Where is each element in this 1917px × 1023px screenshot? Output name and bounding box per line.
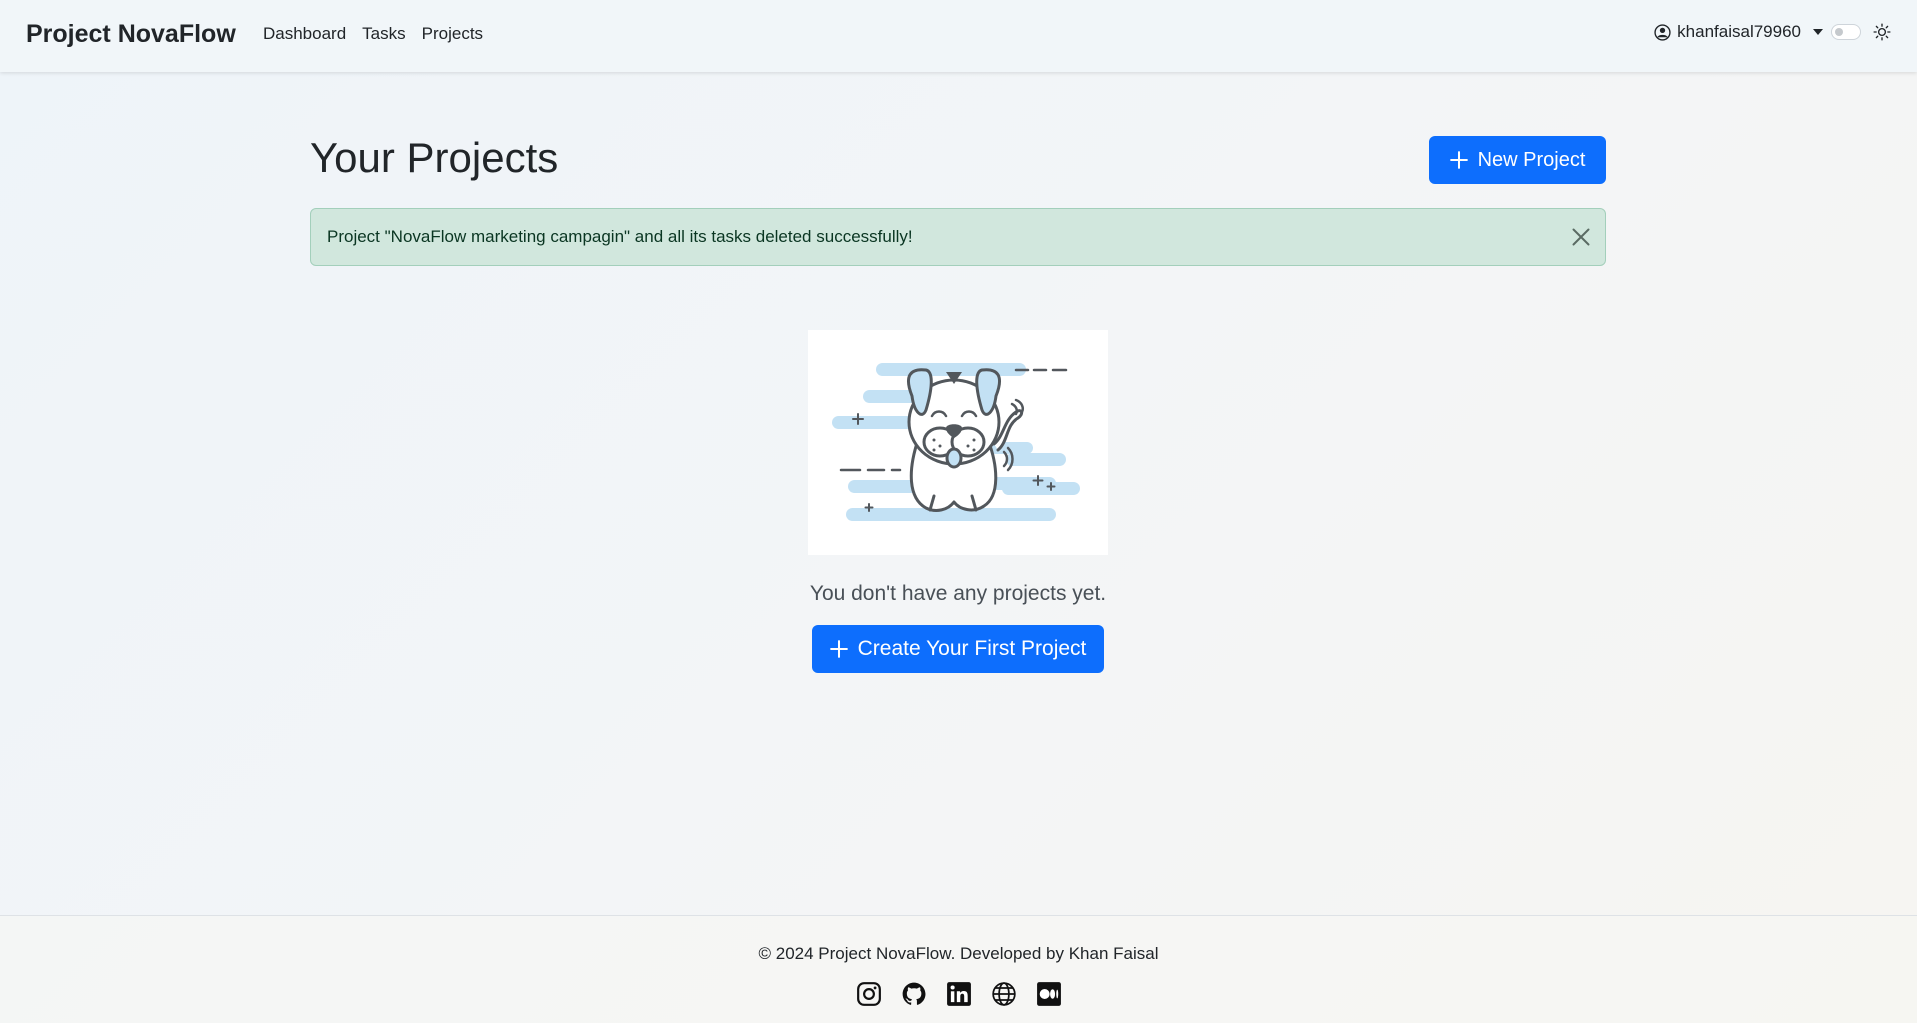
success-alert: Project "NovaFlow marketing campagin" an… <box>310 208 1606 266</box>
theme-toggle-switch[interactable] <box>1831 24 1861 40</box>
brand-logo[interactable]: Project NovaFlow <box>26 20 236 49</box>
medium-icon[interactable] <box>1036 981 1062 1007</box>
empty-state-message: You don't have any projects yet. <box>809 582 1107 605</box>
instagram-icon[interactable] <box>856 981 882 1007</box>
page-title: Your Projects <box>310 134 559 181</box>
person-circle-icon <box>1654 23 1671 41</box>
linkedin-icon[interactable] <box>946 981 972 1007</box>
create-first-project-label: Create Your First Project <box>857 637 1087 660</box>
nav-links: Dashboard Tasks Projects <box>263 24 483 44</box>
dog-illustration <box>832 363 1080 521</box>
page-footer: © 2024 Project NovaFlow. Developed by Kh… <box>0 915 1917 1023</box>
github-icon[interactable] <box>901 981 927 1007</box>
close-icon[interactable] <box>1571 227 1591 247</box>
user-menu: khanfaisal79960 <box>1654 22 1891 42</box>
new-project-label: New Project <box>1477 148 1586 171</box>
chevron-down-icon <box>1813 29 1823 35</box>
user-dropdown-toggle[interactable]: khanfaisal79960 <box>1677 22 1801 42</box>
plus-icon <box>1449 151 1468 169</box>
alert-message: Project "NovaFlow marketing campagin" an… <box>327 227 913 246</box>
new-project-button[interactable]: New Project <box>1429 136 1606 184</box>
nav-link-projects[interactable]: Projects <box>422 24 483 44</box>
top-navbar: Project NovaFlow Dashboard Tasks Project… <box>0 0 1917 72</box>
copyright-text: © 2024 Project NovaFlow. Developed by Kh… <box>758 944 1159 963</box>
create-first-project-button[interactable]: Create Your First Project <box>812 625 1104 673</box>
globe-icon[interactable] <box>991 981 1017 1007</box>
nav-link-dashboard[interactable]: Dashboard <box>263 24 346 44</box>
empty-state-illustration <box>808 330 1108 555</box>
sun-icon <box>1873 23 1891 41</box>
plus-icon <box>829 640 848 658</box>
nav-link-tasks[interactable]: Tasks <box>362 24 405 44</box>
social-links <box>856 981 1062 1007</box>
